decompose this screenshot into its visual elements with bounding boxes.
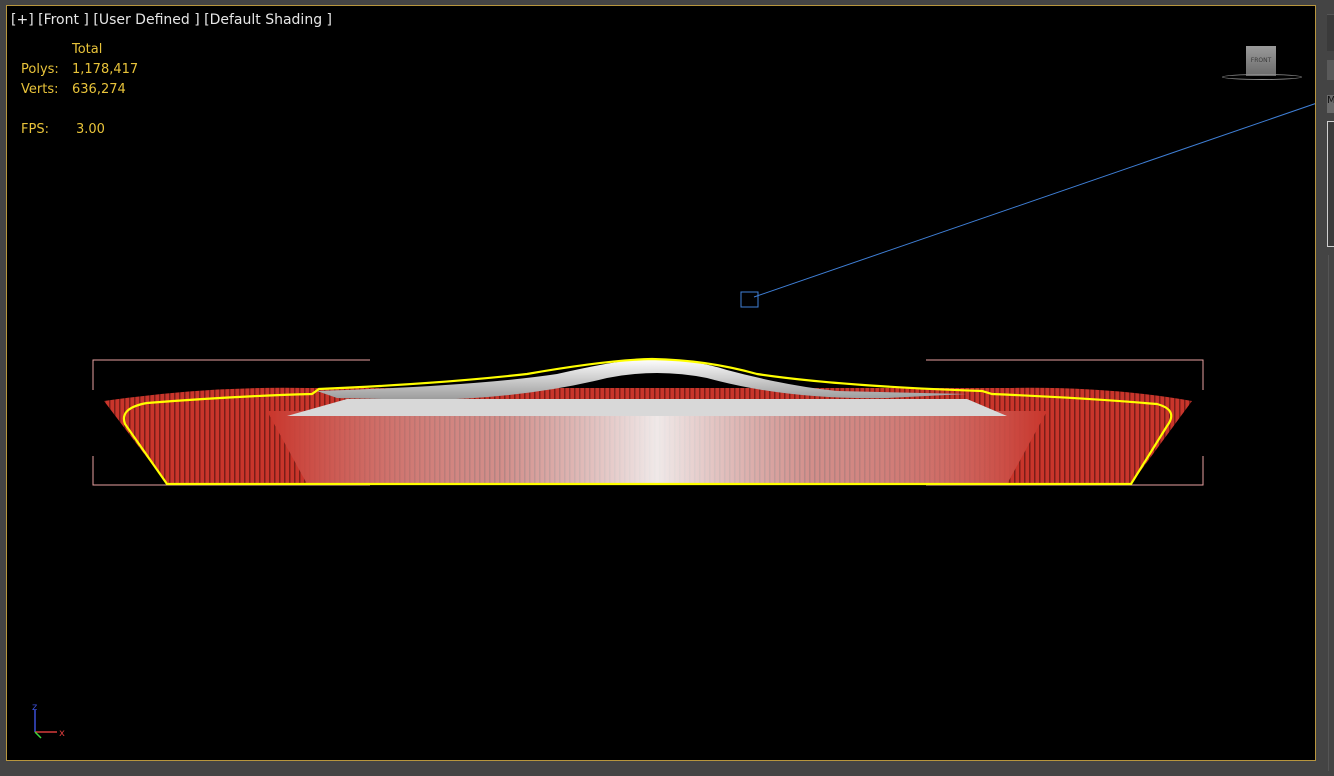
command-panel-dropdown[interactable] (1327, 60, 1334, 80)
camera-sight-line (753, 103, 1315, 298)
modifier-list-button[interactable]: M (1327, 95, 1334, 113)
command-panel-edge: M (1318, 0, 1334, 776)
viewcube-icon[interactable]: FRONT (1220, 44, 1304, 84)
camera-target-icon[interactable] (740, 291, 759, 308)
axis-tripod-icon: z x (29, 700, 69, 740)
front-viewport[interactable]: [+] [Front ] [User Defined ] [Default Sh… (6, 5, 1316, 761)
command-panel-divider (1328, 255, 1334, 771)
app-window: [+] [Front ] [User Defined ] [Default Sh… (0, 0, 1334, 776)
viewcube-front-face[interactable]: FRONT (1246, 46, 1276, 76)
axis-z-label: z (32, 702, 37, 713)
scene-geometry[interactable] (7, 6, 1315, 760)
axis-x-label: x (59, 728, 65, 739)
command-panel-tab[interactable] (1327, 14, 1334, 51)
modifier-stack-list[interactable] (1327, 121, 1334, 247)
model-center-highlight (267, 411, 1047, 484)
bottom-frame-strip (0, 762, 1318, 776)
model-roof-underside (287, 399, 1007, 416)
viewcube-compass-ring[interactable] (1222, 74, 1302, 80)
